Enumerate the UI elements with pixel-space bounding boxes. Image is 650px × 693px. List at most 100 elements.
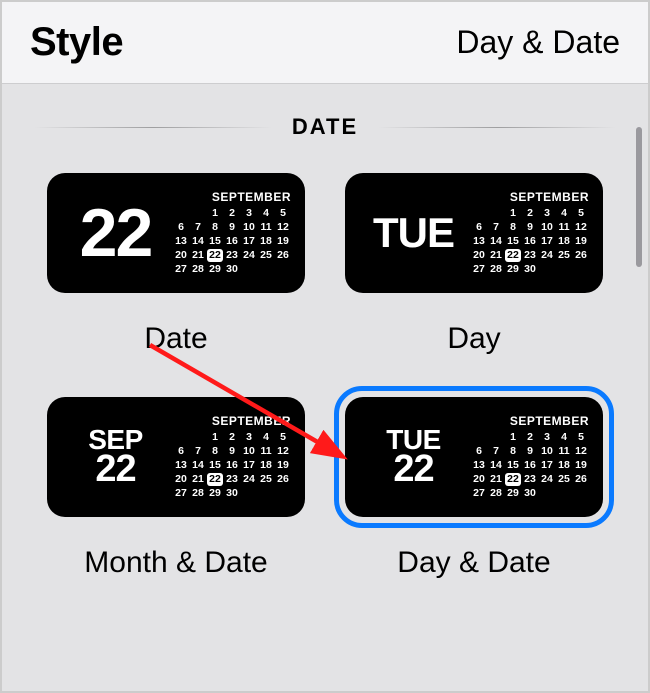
mini-cell-day: 24 bbox=[241, 249, 257, 262]
widget-preview-card: TUESEPTEMBER1234567891011121314151617181… bbox=[345, 173, 603, 293]
mini-cell-day: 6 bbox=[471, 221, 487, 234]
mini-cell-day: 16 bbox=[224, 459, 240, 472]
mini-cell-day: 4 bbox=[556, 207, 572, 220]
mini-cell-day: 13 bbox=[173, 235, 189, 248]
style-option-date[interactable]: 22SEPTEMBER12345678910111213141516171819… bbox=[32, 162, 320, 356]
mini-cell-day: 1 bbox=[207, 207, 223, 220]
mini-cell-day: 16 bbox=[522, 235, 538, 248]
widget-preview-card: TUE22SEPTEMBER12345678910111213141516171… bbox=[345, 397, 603, 517]
mini-cell-day: 10 bbox=[241, 445, 257, 458]
scrollbar[interactable] bbox=[636, 127, 642, 267]
mini-cell-day: 15 bbox=[505, 235, 521, 248]
mini-cell-day: 12 bbox=[275, 221, 291, 234]
section-header-date: DATE bbox=[2, 114, 648, 140]
mini-cell-day: 17 bbox=[241, 235, 257, 248]
mini-cell-day: 2 bbox=[522, 431, 538, 444]
mini-cell-day: 10 bbox=[539, 221, 555, 234]
mini-cell-day: 10 bbox=[539, 445, 555, 458]
mini-cell-empty bbox=[173, 431, 189, 444]
mini-cell-day: 22 bbox=[207, 473, 223, 486]
mini-cell-day: 25 bbox=[258, 249, 274, 262]
mini-cell-day: 4 bbox=[258, 431, 274, 444]
mini-cell-day: 4 bbox=[258, 207, 274, 220]
mini-cell-day: 28 bbox=[488, 487, 504, 500]
widget-preview-card: 22SEPTEMBER12345678910111213141516171819… bbox=[47, 173, 305, 293]
mini-cell-day: 20 bbox=[173, 249, 189, 262]
mini-calendar: SEPTEMBER1234567891011121314151617181920… bbox=[466, 414, 591, 500]
mini-calendar-grid: 1234567891011121314151617181920212223242… bbox=[173, 431, 291, 500]
mini-cell-day: 8 bbox=[505, 221, 521, 234]
mini-cell-day: 27 bbox=[173, 263, 189, 276]
option-label: Month & Date bbox=[84, 546, 267, 580]
mini-calendar: SEPTEMBER1234567891011121314151617181920… bbox=[168, 414, 293, 500]
mini-cell-day: 30 bbox=[522, 487, 538, 500]
mini-cell-day: 27 bbox=[173, 487, 189, 500]
mini-month-label: SEPTEMBER bbox=[510, 414, 589, 428]
mini-cell-day: 18 bbox=[258, 235, 274, 248]
mini-cell-day: 27 bbox=[471, 487, 487, 500]
divider-right bbox=[378, 127, 616, 128]
mini-cell-day: 30 bbox=[224, 487, 240, 500]
style-option-day[interactable]: TUESEPTEMBER1234567891011121314151617181… bbox=[330, 162, 618, 356]
mini-cell-day: 6 bbox=[471, 445, 487, 458]
mini-cell-day: 1 bbox=[505, 431, 521, 444]
mini-cell-day: 8 bbox=[207, 445, 223, 458]
mini-cell-day: 14 bbox=[190, 235, 206, 248]
mini-cell-day: 20 bbox=[173, 473, 189, 486]
big-number: 22 bbox=[80, 199, 152, 267]
mini-cell-day: 17 bbox=[539, 235, 555, 248]
card-wrap: SEP22SEPTEMBER12345678910111213141516171… bbox=[36, 386, 316, 528]
mini-cell-day: 24 bbox=[539, 473, 555, 486]
mini-cell-day: 2 bbox=[224, 207, 240, 220]
mini-cell-day: 26 bbox=[573, 473, 589, 486]
mini-cell-empty bbox=[190, 431, 206, 444]
mini-cell-day: 18 bbox=[556, 459, 572, 472]
mini-cell-day: 21 bbox=[190, 249, 206, 262]
stack-bottom: 22 bbox=[95, 450, 135, 488]
divider-left bbox=[34, 127, 272, 128]
mini-cell-day: 26 bbox=[573, 249, 589, 262]
style-option-month-date[interactable]: SEP22SEPTEMBER12345678910111213141516171… bbox=[32, 386, 320, 580]
mini-cell-day: 21 bbox=[488, 249, 504, 262]
style-header: Style Day & Date bbox=[2, 2, 648, 84]
mini-month-label: SEPTEMBER bbox=[510, 190, 589, 204]
mini-cell-day: 9 bbox=[522, 445, 538, 458]
mini-cell-day: 29 bbox=[505, 487, 521, 500]
mini-cell-day: 3 bbox=[241, 207, 257, 220]
mini-cell-day: 17 bbox=[539, 459, 555, 472]
mini-cell-day: 22 bbox=[505, 473, 521, 486]
mini-calendar-grid: 1234567891011121314151617181920212223242… bbox=[173, 207, 291, 276]
mini-cell-day: 29 bbox=[207, 487, 223, 500]
mini-cell-day: 11 bbox=[258, 445, 274, 458]
mini-cell-day: 8 bbox=[207, 221, 223, 234]
mini-cell-day: 3 bbox=[539, 207, 555, 220]
mini-calendar-grid: 1234567891011121314151617181920212223242… bbox=[471, 207, 589, 276]
card-wrap: TUESEPTEMBER1234567891011121314151617181… bbox=[334, 162, 614, 304]
mini-cell-day: 27 bbox=[471, 263, 487, 276]
style-options-grid: 22SEPTEMBER12345678910111213141516171819… bbox=[2, 140, 648, 610]
mini-cell-day: 14 bbox=[190, 459, 206, 472]
mini-cell-day: 22 bbox=[207, 249, 223, 262]
mini-cell-day: 2 bbox=[522, 207, 538, 220]
big-side: TUE22 bbox=[361, 426, 466, 488]
mini-cell-day: 15 bbox=[207, 235, 223, 248]
mini-cell-day: 7 bbox=[190, 445, 206, 458]
mini-cell-day: 18 bbox=[556, 235, 572, 248]
mini-cell-day: 14 bbox=[488, 235, 504, 248]
big-side: TUE bbox=[361, 212, 466, 254]
style-option-day-date[interactable]: TUE22SEPTEMBER12345678910111213141516171… bbox=[330, 386, 618, 580]
mini-cell-day: 1 bbox=[505, 207, 521, 220]
mini-cell-day: 3 bbox=[241, 431, 257, 444]
widget-preview-card: SEP22SEPTEMBER12345678910111213141516171… bbox=[47, 397, 305, 517]
stack-bottom: 22 bbox=[393, 450, 433, 488]
mini-cell-day: 5 bbox=[275, 207, 291, 220]
mini-cell-day: 19 bbox=[275, 459, 291, 472]
mini-cell-day: 29 bbox=[505, 263, 521, 276]
mini-cell-empty bbox=[488, 431, 504, 444]
option-label: Day bbox=[447, 322, 500, 356]
mini-cell-day: 13 bbox=[471, 235, 487, 248]
mini-cell-day: 18 bbox=[258, 459, 274, 472]
mini-cell-day: 15 bbox=[207, 459, 223, 472]
mini-calendar-grid: 1234567891011121314151617181920212223242… bbox=[471, 431, 589, 500]
mini-cell-day: 8 bbox=[505, 445, 521, 458]
